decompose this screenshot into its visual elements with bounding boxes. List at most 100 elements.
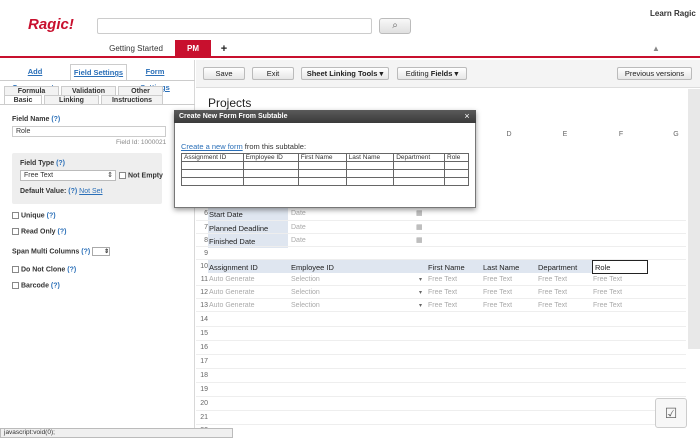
save-check-icon[interactable]: ☑ (655, 398, 687, 428)
field-name-input[interactable]: Role (12, 126, 166, 137)
finished-date-field[interactable]: Date (291, 237, 306, 244)
column-header-f[interactable]: F (609, 131, 633, 138)
free-text-cell[interactable]: Free Text (483, 302, 512, 309)
grid-line (196, 382, 686, 383)
free-text-cell[interactable]: Free Text (428, 276, 457, 283)
help-link[interactable]: (?) (67, 266, 76, 273)
editing-label: Editing (405, 69, 429, 78)
subtab-other[interactable]: Other (118, 86, 163, 95)
subtable-header-employee-id[interactable]: Employee ID (291, 263, 334, 272)
dialog-subtable-preview: Assignment ID Employee ID First Name Last N… (181, 153, 469, 186)
column-header-d[interactable]: D (497, 131, 521, 138)
selection-cell[interactable]: Selection (291, 289, 320, 296)
free-text-cell[interactable]: Free Text (483, 276, 512, 283)
planned-deadline-field[interactable]: Date (291, 224, 306, 231)
tab-add-components[interactable]: Add Components (4, 64, 66, 92)
field-type-value: Free Text (24, 172, 54, 179)
save-button[interactable]: Save (203, 67, 245, 80)
free-text-cell[interactable]: Free Text (593, 289, 622, 296)
create-new-form-link[interactable]: Create a new form (181, 142, 243, 151)
add-tab-button[interactable]: + (216, 40, 232, 58)
free-text-cell[interactable]: Free Text (593, 276, 622, 283)
dropdown-arrow-icon[interactable]: ▾ (419, 289, 422, 296)
dropdown-arrow-icon[interactable]: ▾ (419, 276, 422, 283)
free-text-cell[interactable]: Free Text (538, 302, 567, 309)
help-link[interactable]: (?) (51, 282, 60, 289)
help-link[interactable]: (?) (58, 228, 67, 235)
tab-getting-started[interactable]: Getting Started (100, 40, 172, 58)
calendar-icon[interactable]: ▦ (416, 209, 423, 217)
exit-button[interactable]: Exit (252, 67, 294, 80)
barcode-checkbox[interactable] (12, 282, 19, 289)
row-number: 12 (200, 289, 208, 296)
subtab-instructions[interactable]: Instructions (101, 95, 163, 104)
subtable-header-first-name[interactable]: First Name (428, 263, 465, 272)
unique-option[interactable]: Unique (?) (12, 212, 56, 219)
subtable-header-department[interactable]: Department (538, 263, 577, 272)
auto-generate-cell[interactable]: Auto Generate (209, 289, 255, 296)
search-input[interactable] (97, 18, 372, 34)
dropdown-arrow-icon[interactable]: ▾ (419, 302, 422, 309)
read-only-option[interactable]: Read Only (?) (12, 228, 66, 235)
unique-checkbox[interactable] (12, 212, 19, 219)
column-header-g[interactable]: G (664, 131, 688, 138)
calendar-icon[interactable]: ▦ (416, 223, 423, 231)
learn-ragic-link[interactable]: Learn Ragic (650, 9, 696, 18)
sheet-linking-tools-button[interactable]: Sheet Linking Tools ▾ (301, 67, 389, 80)
help-link[interactable]: (?) (68, 188, 77, 195)
row-number: 9 (204, 250, 208, 257)
column-header-e[interactable]: E (553, 131, 577, 138)
free-text-cell[interactable]: Free Text (428, 289, 457, 296)
not-empty-checkbox[interactable] (119, 172, 126, 179)
field-type-select[interactable]: Free Text ⇕ (20, 170, 116, 181)
free-text-cell[interactable]: Free Text (428, 302, 457, 309)
ragic-logo[interactable]: Ragic! (28, 16, 74, 33)
dialog-col-header: Employee ID (242, 153, 299, 162)
not-empty-option[interactable]: Not Empty (119, 172, 163, 179)
vertical-scrollbar[interactable] (688, 89, 700, 349)
free-text-cell[interactable]: Free Text (538, 276, 567, 283)
help-link[interactable]: (?) (47, 212, 56, 219)
subtab-formula[interactable]: Formula (4, 86, 59, 95)
read-only-checkbox[interactable] (12, 228, 19, 235)
help-link[interactable]: (?) (56, 160, 65, 167)
grid-line (196, 424, 686, 425)
grid-line (196, 233, 686, 234)
dialog-col-header: Assignment ID (181, 153, 244, 162)
free-text-cell[interactable]: Free Text (483, 289, 512, 296)
free-text-cell[interactable]: Free Text (593, 302, 622, 309)
help-link[interactable]: (?) (81, 248, 90, 255)
subtab-validation[interactable]: Validation (61, 86, 116, 95)
calendar-icon[interactable]: ▦ (416, 236, 423, 244)
tab-form-settings[interactable]: Form Settings (130, 64, 180, 92)
subtable-header-role-selected[interactable]: Role (592, 260, 648, 274)
row-number: 7 (204, 224, 208, 231)
barcode-option[interactable]: Barcode (?) (12, 282, 60, 289)
finished-date-label: Finished Date (209, 237, 256, 246)
not-set-link[interactable]: Not Set (79, 188, 102, 195)
search-button[interactable]: ⌕ (379, 18, 411, 34)
bell-icon[interactable]: ▲ (652, 44, 660, 53)
editing-fields-button[interactable]: Editing Fields ▾ (397, 67, 467, 80)
subtab-linking[interactable]: Linking (44, 95, 99, 104)
close-icon[interactable]: × (461, 110, 473, 123)
tab-pm[interactable]: PM (175, 40, 211, 58)
subtable-header-assignment-id[interactable]: Assignment ID (209, 263, 258, 272)
selection-cell[interactable]: Selection (291, 276, 320, 283)
row-number: 11 (200, 276, 208, 283)
start-date-label: Start Date (209, 210, 243, 219)
subtable-header-last-name[interactable]: Last Name (483, 263, 519, 272)
start-date-field[interactable]: Date (291, 210, 306, 217)
previous-versions-button[interactable]: Previous versions (617, 67, 692, 80)
subtab-basic[interactable]: Basic (4, 95, 42, 104)
help-link[interactable]: (?) (51, 116, 60, 123)
do-not-clone-option[interactable]: Do Not Clone (?) (12, 266, 76, 273)
tab-field-settings[interactable]: Field Settings (70, 64, 127, 80)
selection-cell[interactable]: Selection (291, 302, 320, 309)
free-text-cell[interactable]: Free Text (538, 289, 567, 296)
dialog-col-header: Last Name (345, 153, 395, 162)
auto-generate-cell[interactable]: Auto Generate (209, 276, 255, 283)
span-select[interactable]: ⇕ (92, 247, 111, 256)
auto-generate-cell[interactable]: Auto Generate (209, 302, 255, 309)
do-not-clone-checkbox[interactable] (12, 266, 19, 273)
